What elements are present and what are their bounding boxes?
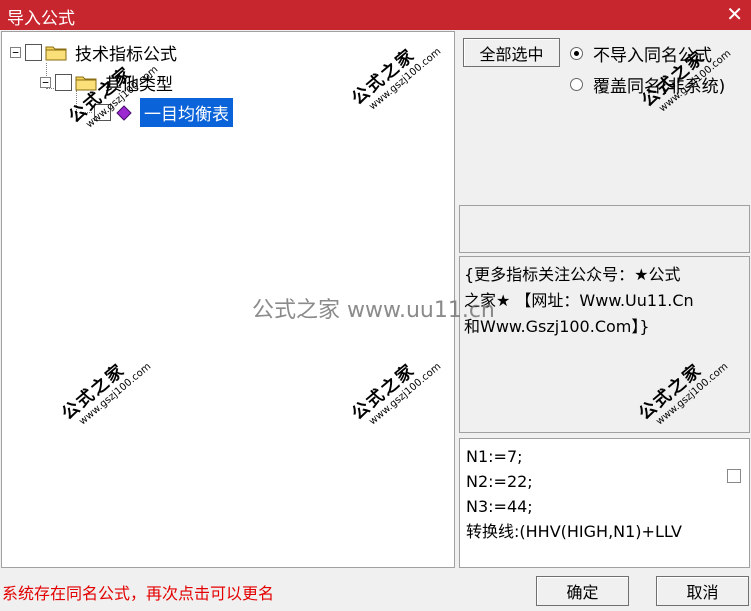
formula-name-box — [459, 205, 750, 253]
code-line: 转换线:(HHV(HIGH,N1)+LLV — [466, 522, 682, 541]
radio-unselected-icon[interactable] — [570, 78, 583, 91]
collapse-icon[interactable]: − — [40, 77, 51, 88]
folder-icon — [45, 46, 67, 61]
checkbox[interactable] — [55, 74, 72, 91]
title-bar: 导入公式 ✕ — [0, 0, 751, 30]
tree-node-root[interactable]: − 技术指标公式 — [10, 40, 177, 65]
code-line: N3:=44; — [466, 497, 533, 516]
window-title: 导入公式 — [7, 9, 75, 29]
code-line: N2:=22; — [466, 472, 533, 491]
cancel-button[interactable]: 取消 — [656, 576, 749, 606]
radio-selected-icon[interactable] — [570, 47, 583, 60]
close-icon[interactable]: ✕ — [726, 2, 743, 26]
status-message: 系统存在同名公式，再次点击可以更名 — [2, 584, 275, 603]
tree-label-leaf: 一目均衡表 — [140, 98, 233, 127]
center-watermark: 公式之家 www.uu11.cn — [252, 298, 495, 323]
ok-button[interactable]: 确定 — [536, 576, 629, 606]
code-checkbox[interactable] — [727, 469, 741, 483]
code-line: N1:=7; — [466, 447, 523, 466]
select-all-button[interactable]: 全部选中 — [463, 38, 560, 67]
description-line: 和Www.Gszj100.Com】} — [464, 317, 650, 336]
description-line: 之家★ 【网址：Www.Uu11.Cn — [464, 291, 694, 310]
checkbox[interactable] — [25, 44, 42, 61]
description-line: {更多指标关注公众号：★公式 — [464, 265, 681, 284]
formula-code[interactable]: N1:=7; N2:=22; N3:=44; 转换线:(HHV(HIGH,N1)… — [459, 438, 750, 568]
collapse-icon[interactable]: − — [10, 47, 21, 58]
